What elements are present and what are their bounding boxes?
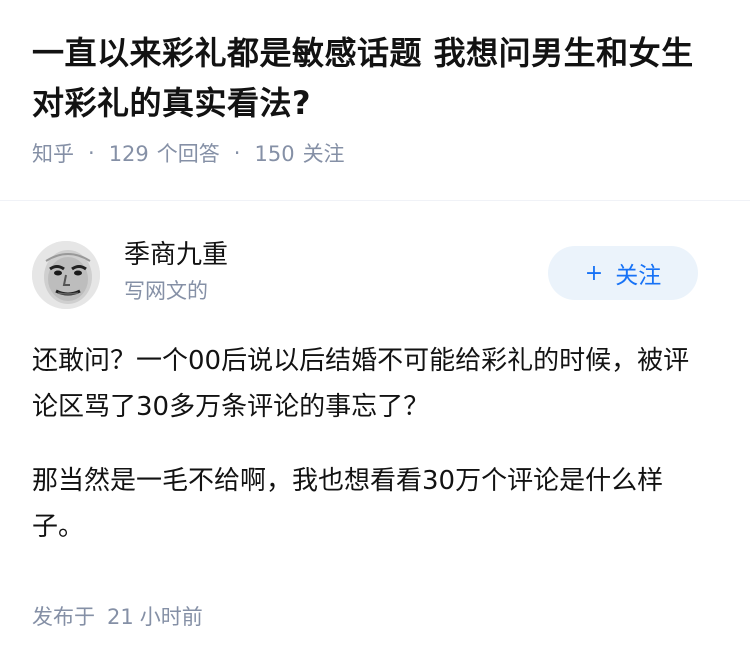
question-title[interactable]: 一直以来彩礼都是敏感话题 我想问男生和女生对彩礼的真实看法? xyxy=(32,28,722,128)
published-prefix: 发布于 xyxy=(32,605,95,629)
answer-paragraph: 那当然是一毛不给啊，我也想看看30万个评论是什么样子。 xyxy=(32,466,664,542)
answer-content: 还敢问？一个00后说以后结婚不可能给彩礼的时候，被评论区骂了30多万条评论的事忘… xyxy=(32,338,712,578)
source-label[interactable]: 知乎 xyxy=(32,138,74,168)
author-name[interactable]: 季商九重 xyxy=(124,238,228,272)
meme-face-avatar-icon xyxy=(32,241,100,309)
plus-icon: + xyxy=(584,260,604,286)
author-avatar[interactable] xyxy=(32,241,100,309)
question-meta: 知乎 · 129 个回答 · 150 关注 xyxy=(32,138,722,168)
answer-paragraph: 还敢问？一个00后说以后结婚不可能给彩礼的时候，被评论区骂了30多万条评论的事忘… xyxy=(32,346,690,422)
published-suffix: 小时前 xyxy=(139,605,203,629)
follow-button[interactable]: + 关注 xyxy=(548,246,698,300)
meta-separator: · xyxy=(88,141,95,165)
follower-count: 150 xyxy=(254,142,295,166)
answer-count-label: 个回答 xyxy=(156,142,220,166)
answer-count: 129 xyxy=(108,142,149,166)
section-divider xyxy=(0,200,750,201)
meta-separator: · xyxy=(233,141,241,165)
follow-button-label: 关注 xyxy=(615,263,662,289)
follower-count-label: 关注 xyxy=(302,142,345,166)
author-card: 季商九重 写网文的 + 关注 xyxy=(32,238,698,309)
published-time: 发布于 21 小时前 xyxy=(32,602,203,632)
published-number: 21 xyxy=(107,605,134,629)
follower-count-link[interactable]: 150 关注 xyxy=(254,138,344,168)
question-header: 一直以来彩礼都是敏感话题 我想问男生和女生对彩礼的真实看法? 知乎 · 129 个… xyxy=(32,28,722,168)
answer-count-link[interactable]: 129 个回答 xyxy=(109,138,220,168)
author-bio: 写网文的 xyxy=(124,279,208,303)
